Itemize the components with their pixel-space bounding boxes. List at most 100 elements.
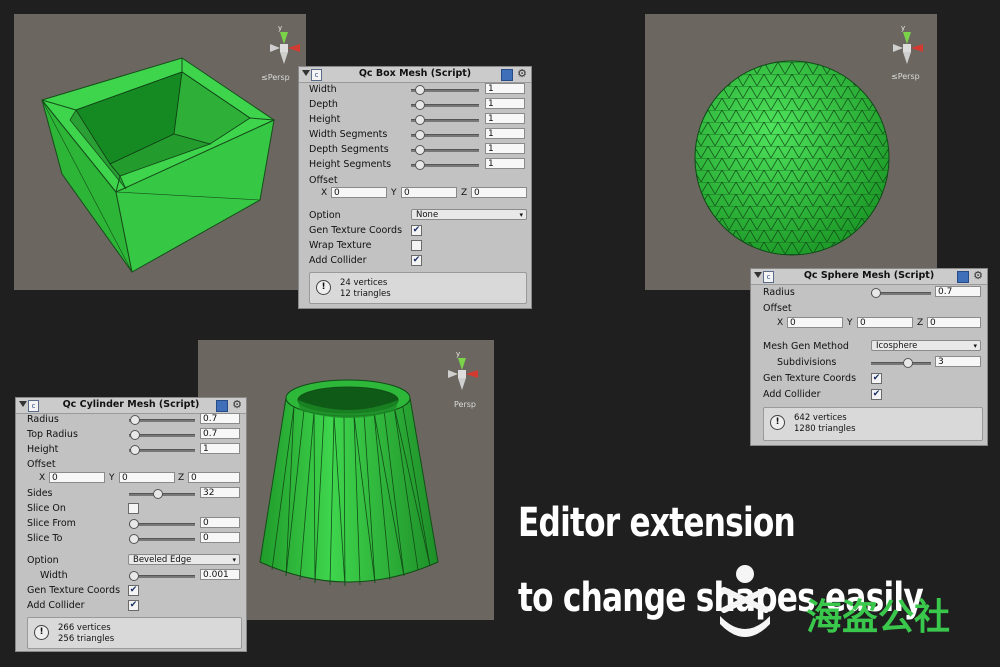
width-segments-field[interactable]: 1: [485, 128, 525, 139]
offset-label: Offset: [27, 459, 56, 470]
help-book-icon[interactable]: [216, 400, 228, 412]
scene-orientation-gizmo[interactable]: y: [885, 22, 929, 78]
subdivisions-field[interactable]: 3: [935, 356, 981, 367]
offset-z-field[interactable]: 0: [471, 187, 527, 198]
inspector-header[interactable]: c Qc Cylinder Mesh (Script) ⚙: [16, 398, 246, 414]
persp-label[interactable]: ≤Persp: [261, 73, 290, 82]
sphere-mesh-inspector: c Qc Sphere Mesh (Script) ⚙ Radius 0.7 O…: [750, 268, 988, 446]
height-field[interactable]: 1: [200, 443, 240, 454]
height-field[interactable]: 1: [485, 113, 525, 124]
offset-x-field[interactable]: 0: [787, 317, 843, 328]
offset-x-label: X: [39, 473, 46, 483]
mesh-info-box: ! 266 vertices 256 triangles: [27, 617, 242, 649]
sphere-scene-viewport[interactable]: y ≤Persp: [645, 14, 937, 290]
add-collider-checkbox[interactable]: ✔: [411, 255, 422, 266]
gear-icon[interactable]: ⚙: [232, 399, 242, 411]
info-icon: !: [34, 625, 49, 640]
vertex-count: 266 vertices: [58, 623, 111, 633]
depth-field[interactable]: 1: [485, 98, 525, 109]
gen-texture-coords-checkbox[interactable]: ✔: [871, 373, 882, 384]
inspector-header[interactable]: c Qc Sphere Mesh (Script) ⚙: [751, 269, 987, 285]
scene-orientation-gizmo[interactable]: y: [440, 348, 484, 404]
persp-label[interactable]: ≤Persp: [891, 72, 920, 81]
gear-icon[interactable]: ⚙: [517, 68, 527, 80]
offset-label: Offset: [309, 175, 338, 186]
offset-y-field[interactable]: 0: [401, 187, 457, 198]
offset-y-label: Y: [109, 473, 115, 483]
height-segments-field[interactable]: 1: [485, 158, 525, 169]
vertex-count: 24 vertices: [340, 278, 388, 288]
height-segments-slider-knob[interactable]: [415, 160, 425, 170]
mesh-gen-method-value: Icosphere: [876, 341, 918, 351]
pirate-logo-icon: [712, 560, 778, 638]
slice-on-checkbox[interactable]: [128, 503, 139, 514]
slice-to-slider-knob[interactable]: [129, 534, 139, 544]
chevron-down-icon: ▾: [519, 211, 523, 219]
help-book-icon[interactable]: [501, 69, 513, 81]
gen-texture-coords-label: Gen Texture Coords: [27, 585, 121, 596]
help-book-icon[interactable]: [957, 271, 969, 283]
height-slider-knob[interactable]: [415, 115, 425, 125]
width-slider-knob[interactable]: [415, 85, 425, 95]
option-dropdown[interactable]: Beveled Edge ▾: [128, 554, 240, 565]
offset-z-field[interactable]: 0: [188, 472, 240, 483]
sides-field[interactable]: 32: [200, 487, 240, 498]
slice-from-label: Slice From: [27, 518, 76, 529]
width-segments-slider-knob[interactable]: [415, 130, 425, 140]
offset-x-field[interactable]: 0: [331, 187, 387, 198]
vertex-count: 642 vertices: [794, 413, 847, 423]
radius-slider-knob[interactable]: [130, 415, 140, 425]
offset-z-label: Z: [178, 473, 185, 483]
slice-from-slider-knob[interactable]: [129, 519, 139, 529]
sides-slider-knob[interactable]: [153, 489, 163, 499]
width-segments-label: Width Segments: [309, 129, 388, 140]
radius-field[interactable]: 0.7: [200, 413, 240, 424]
depth-segments-field[interactable]: 1: [485, 143, 525, 154]
option-dropdown[interactable]: None ▾: [411, 209, 527, 220]
persp-label[interactable]: Persp: [454, 400, 476, 409]
component-title: Qc Cylinder Mesh (Script): [62, 399, 200, 410]
chevron-down-icon: ▾: [973, 342, 977, 350]
cylinder-mesh-inspector: c Qc Cylinder Mesh (Script) ⚙ Radius 0.7…: [15, 397, 247, 652]
gen-texture-coords-checkbox[interactable]: ✔: [128, 585, 139, 596]
top-radius-field[interactable]: 0.7: [200, 428, 240, 439]
subdivisions-slider-knob[interactable]: [903, 358, 913, 368]
watermark-text: 海盗公社: [806, 597, 951, 638]
depth-slider-knob[interactable]: [415, 100, 425, 110]
offset-x-field[interactable]: 0: [49, 472, 105, 483]
height-slider-knob[interactable]: [130, 445, 140, 455]
offset-y-field[interactable]: 0: [857, 317, 913, 328]
slice-from-field[interactable]: 0: [200, 517, 240, 528]
radius-slider-knob[interactable]: [871, 288, 881, 298]
wrap-texture-checkbox[interactable]: [411, 240, 422, 251]
box-mesh-inspector: c Qc Box Mesh (Script) ⚙ Width 1 Depth 1…: [298, 66, 532, 309]
top-radius-slider-knob[interactable]: [130, 430, 140, 440]
inspector-header[interactable]: c Qc Box Mesh (Script) ⚙: [299, 67, 531, 83]
add-collider-label: Add Collider: [309, 255, 367, 266]
add-collider-checkbox[interactable]: ✔: [871, 389, 882, 400]
add-collider-checkbox[interactable]: ✔: [128, 600, 139, 611]
offset-z-field[interactable]: 0: [927, 317, 981, 328]
width-label: Width: [309, 84, 337, 95]
width-field[interactable]: 1: [485, 83, 525, 94]
offset-label: Offset: [763, 303, 792, 314]
add-collider-label: Add Collider: [763, 389, 821, 400]
wrap-texture-label: Wrap Texture: [309, 240, 372, 251]
width-slider-knob[interactable]: [129, 571, 139, 581]
offset-y-field[interactable]: 0: [119, 472, 175, 483]
subdivisions-slider[interactable]: [871, 362, 931, 365]
width-field[interactable]: 0.001: [200, 569, 240, 580]
height-label: Height: [309, 114, 341, 125]
gen-texture-coords-checkbox[interactable]: ✔: [411, 225, 422, 236]
depth-segments-slider-knob[interactable]: [415, 145, 425, 155]
triangle-count: 256 triangles: [58, 634, 115, 644]
component-title: Qc Box Mesh (Script): [358, 68, 472, 79]
box-scene-viewport[interactable]: y ≤Persp: [14, 14, 306, 290]
offset-y-label: Y: [391, 188, 397, 198]
radius-label: Radius: [27, 414, 59, 425]
offset-x-label: X: [777, 318, 784, 328]
mesh-gen-method-dropdown[interactable]: Icosphere ▾: [871, 340, 981, 351]
radius-field[interactable]: 0.7: [935, 286, 981, 297]
slice-to-field[interactable]: 0: [200, 532, 240, 543]
gear-icon[interactable]: ⚙: [973, 270, 983, 282]
